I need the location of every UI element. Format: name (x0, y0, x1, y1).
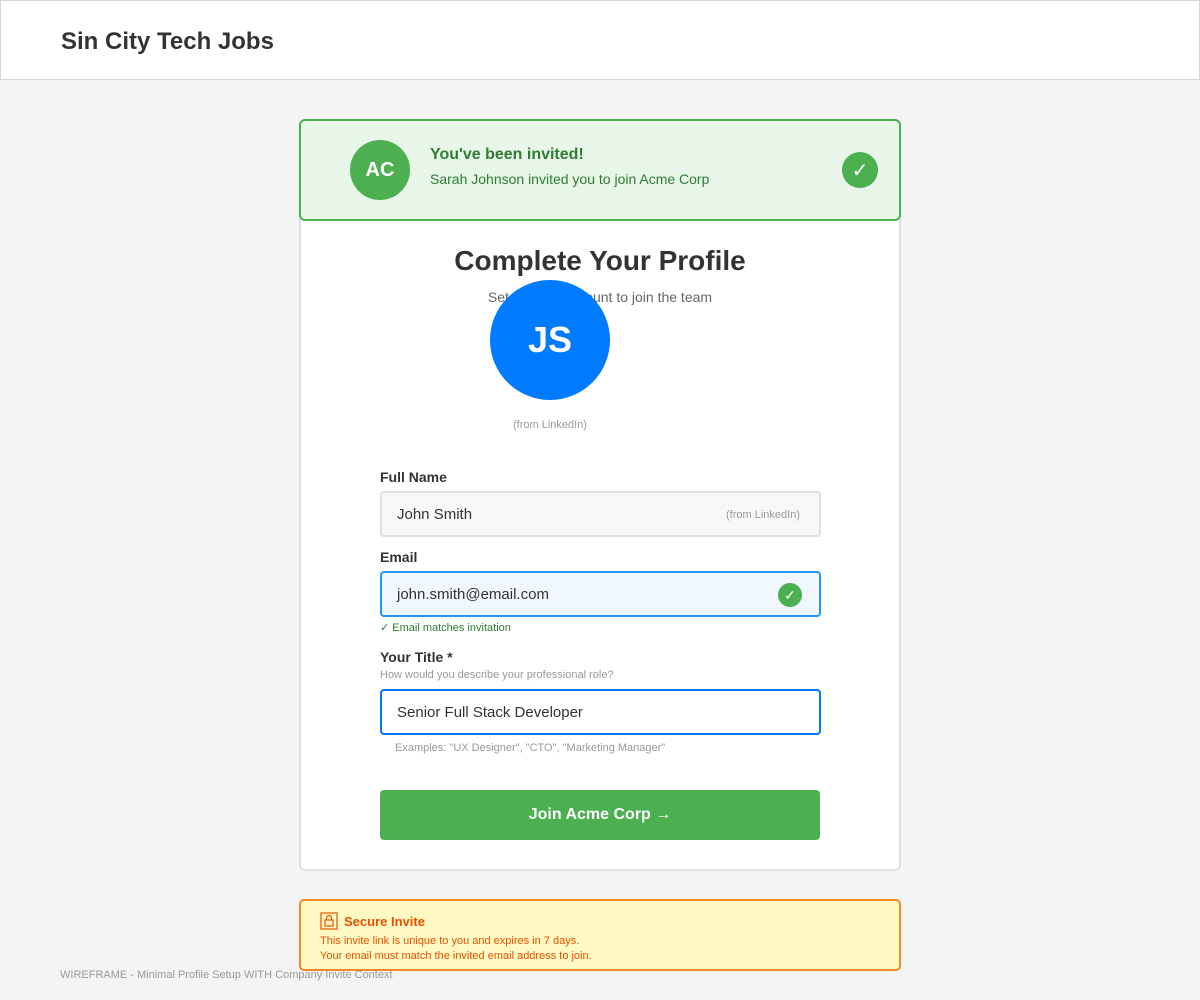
wireframe-note: WIREFRAME - Minimal Profile Setup WITH C… (60, 969, 393, 981)
email-field[interactable]: john.smith@email.com ✓ (380, 571, 821, 617)
job-title-input[interactable]: Senior Full Stack Developer (380, 689, 821, 735)
profile-card: Complete Your Profile Set up your accoun… (299, 210, 901, 871)
email-label: Email (380, 549, 418, 565)
full-name-value: John Smith (397, 506, 473, 523)
job-title-value: Senior Full Stack Developer (397, 704, 583, 721)
site-header: Sin City Tech Jobs (0, 0, 1200, 80)
security-notice-line: This invite link is unique to you and ex… (320, 935, 580, 947)
check-icon: ✓ (778, 583, 802, 607)
job-title-help: How would you describe your professional… (380, 669, 614, 681)
security-notice-line: Your email must match the invited email … (320, 950, 592, 962)
invite-message: Sarah Johnson invited you to join Acme C… (430, 171, 710, 187)
avatar[interactable]: JS (490, 280, 610, 400)
email-value: john.smith@email.com (397, 586, 549, 603)
security-notice: Secure Invite This invite link is unique… (299, 899, 901, 971)
company-avatar: AC (350, 140, 410, 200)
page: Sin City Tech Jobs AC You've been invite… (0, 0, 1200, 1000)
join-button[interactable]: Join Acme Corp → (380, 790, 820, 840)
avatar-source-note: (from LinkedIn) (513, 419, 587, 431)
job-title-label: Your Title * (380, 649, 453, 665)
page-subtitle: Set up your account to join the team (487, 289, 713, 305)
invite-heading: You've been invited! (430, 146, 584, 163)
site-title[interactable]: Sin City Tech Jobs (61, 28, 274, 56)
full-name-label: Full Name (380, 469, 447, 485)
email-match-status: ✓ Email matches invitation (380, 622, 511, 634)
invite-banner: AC You've been invited! Sarah Johnson in… (299, 119, 901, 221)
full-name-field[interactable]: John Smith (from LinkedIn) (380, 491, 821, 537)
lock-icon (320, 912, 338, 930)
job-title-examples: Examples: "UX Designer", "CTO", "Marketi… (395, 742, 666, 754)
check-icon: ✓ (842, 152, 878, 188)
page-title: Complete Your Profile (454, 245, 746, 276)
security-notice-title: Secure Invite (344, 914, 425, 929)
full-name-source-note: (from LinkedIn) (726, 509, 800, 521)
